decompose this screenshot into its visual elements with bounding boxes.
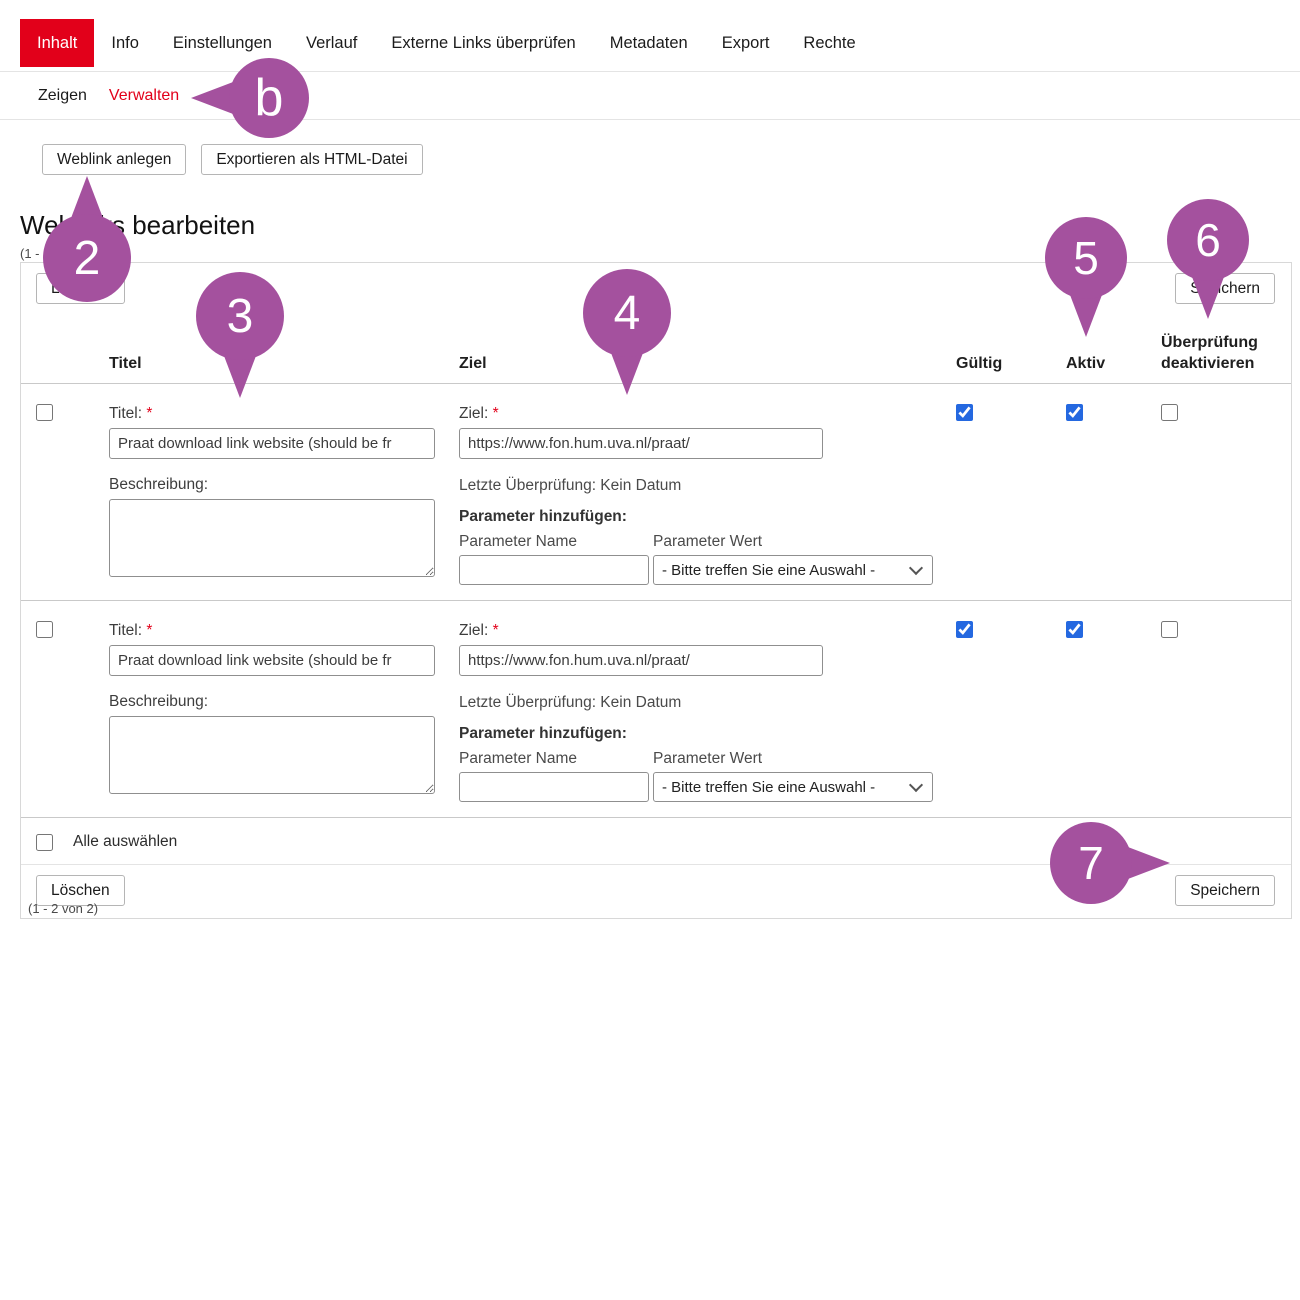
row-select-checkbox[interactable] bbox=[36, 621, 53, 638]
select-all-label: Alle auswählen bbox=[73, 833, 177, 851]
parameter-name-label: Parameter Name bbox=[459, 532, 649, 551]
gueltig-checkbox[interactable] bbox=[956, 621, 973, 638]
result-range-bottom: (1 - 2 von 2) bbox=[28, 901, 98, 916]
parameter-wert-select[interactable]: - Bitte treffen Sie eine Auswahl - bbox=[653, 772, 933, 802]
parameter-wert-select-wrap: - Bitte treffen Sie eine Auswahl - bbox=[653, 555, 933, 585]
export-html-button[interactable]: Exportieren als HTML-Datei bbox=[201, 144, 422, 175]
titel-cell: Titel: * Beschreibung: bbox=[109, 404, 459, 582]
parameter-wert-select-wrap: - Bitte treffen Sie eine Auswahl - bbox=[653, 772, 933, 802]
parameter-name-label: Parameter Name bbox=[459, 749, 649, 768]
ziel-input[interactable] bbox=[459, 428, 823, 459]
titel-cell: Titel: * Beschreibung: bbox=[109, 621, 459, 799]
parameter-name-input[interactable] bbox=[459, 555, 649, 585]
titel-label: Titel: bbox=[109, 622, 142, 639]
annotation-pin-7: 7 bbox=[1050, 822, 1132, 904]
subtab-zeigen[interactable]: Zeigen bbox=[38, 87, 87, 105]
aktiv-cell bbox=[1066, 621, 1161, 643]
ziel-cell: Ziel: * Letzte Überprüfung: Kein Datum P… bbox=[459, 404, 956, 585]
ziel-label: Ziel: bbox=[459, 622, 488, 639]
parameter-row: Parameter Name Parameter Wert - Bitte tr… bbox=[459, 749, 956, 802]
select-all-checkbox[interactable] bbox=[36, 834, 53, 851]
annotation-pin-label: 5 bbox=[1073, 231, 1099, 285]
col-header-ziel: Ziel bbox=[459, 353, 956, 374]
row-select-cell bbox=[36, 621, 109, 643]
add-weblink-button[interactable]: Weblink anlegen bbox=[42, 144, 186, 175]
subtab-verwalten[interactable]: Verwalten bbox=[109, 87, 179, 105]
annotation-pin-6: 6 bbox=[1167, 199, 1249, 281]
tab-externe-links-ueberpruefen[interactable]: Externe Links überprüfen bbox=[374, 19, 592, 67]
annotation-pin-circle: 3 bbox=[196, 272, 284, 360]
last-check-text: Letzte Überprüfung: Kein Datum bbox=[459, 693, 956, 712]
table-row: Titel: * Beschreibung: Ziel: * Letzte Üb… bbox=[21, 384, 1291, 601]
row-select-checkbox[interactable] bbox=[36, 404, 53, 421]
gueltig-cell bbox=[956, 404, 1066, 426]
annotation-pin-circle: 4 bbox=[583, 269, 671, 357]
table-row: Titel: * Beschreibung: Ziel: * Letzte Üb… bbox=[21, 601, 1291, 818]
ziel-input[interactable] bbox=[459, 645, 823, 676]
annotation-pin-b: b bbox=[229, 58, 309, 138]
top-tab-bar: Inhalt Info Einstellungen Verlauf Extern… bbox=[0, 19, 1300, 67]
ziel-label: Ziel: bbox=[459, 405, 488, 422]
col-header-ueberpruefung-deaktivieren: Überprüfung deaktivieren bbox=[1161, 332, 1291, 374]
annotation-pin-label: 6 bbox=[1195, 213, 1221, 267]
gueltig-checkbox[interactable] bbox=[956, 404, 973, 421]
row-select-cell bbox=[36, 404, 109, 426]
aktiv-checkbox[interactable] bbox=[1066, 621, 1083, 638]
beschreibung-textarea[interactable] bbox=[109, 499, 435, 577]
col-header-aktiv: Aktiv bbox=[1066, 353, 1161, 374]
parameter-wert-label: Parameter Wert bbox=[653, 532, 933, 551]
toolbar: Weblink anlegen Exportieren als HTML-Dat… bbox=[42, 144, 423, 175]
tab-info[interactable]: Info bbox=[94, 19, 156, 67]
weblinks-table-panel: Löschen Speichern Titel Ziel Gültig Akti… bbox=[20, 262, 1292, 919]
parameter-add-label: Parameter hinzufügen: bbox=[459, 508, 956, 526]
annotation-pin-circle: b bbox=[229, 58, 309, 138]
tab-inhalt[interactable]: Inhalt bbox=[20, 19, 94, 67]
parameter-name-input[interactable] bbox=[459, 772, 649, 802]
parameter-wert-label: Parameter Wert bbox=[653, 749, 933, 768]
annotation-pin-label: 2 bbox=[74, 231, 101, 286]
beschreibung-label: Beschreibung: bbox=[109, 692, 459, 711]
annotation-pin-circle: 2 bbox=[43, 214, 131, 302]
col-header-titel: Titel bbox=[109, 353, 459, 374]
annotation-pin-label: 4 bbox=[614, 286, 641, 341]
aktiv-cell bbox=[1066, 404, 1161, 426]
titel-input[interactable] bbox=[109, 645, 435, 676]
annotation-pin-circle: 5 bbox=[1045, 217, 1127, 299]
titel-input[interactable] bbox=[109, 428, 435, 459]
tab-rechte[interactable]: Rechte bbox=[786, 19, 872, 67]
annotation-pin-4: 4 bbox=[583, 269, 671, 357]
annotation-pin-label: 3 bbox=[227, 289, 254, 344]
required-mark: * bbox=[493, 405, 499, 422]
required-mark: * bbox=[146, 405, 152, 422]
aktiv-checkbox[interactable] bbox=[1066, 404, 1083, 421]
annotation-pin-label: 7 bbox=[1078, 836, 1104, 890]
annotation-pin-circle: 7 bbox=[1050, 822, 1132, 904]
tab-export[interactable]: Export bbox=[705, 19, 787, 67]
tab-metadaten[interactable]: Metadaten bbox=[593, 19, 705, 67]
parameter-row: Parameter Name Parameter Wert - Bitte tr… bbox=[459, 532, 956, 585]
parameter-add-label: Parameter hinzufügen: bbox=[459, 725, 956, 743]
beschreibung-textarea[interactable] bbox=[109, 716, 435, 794]
ueberpruefung-deaktivieren-checkbox[interactable] bbox=[1161, 404, 1178, 421]
col-header-gueltig: Gültig bbox=[956, 353, 1066, 374]
required-mark: * bbox=[493, 622, 499, 639]
gueltig-cell bbox=[956, 621, 1066, 643]
required-mark: * bbox=[146, 622, 152, 639]
beschreibung-label: Beschreibung: bbox=[109, 475, 459, 494]
annotation-pin-5: 5 bbox=[1045, 217, 1127, 299]
ueberpruefung-deaktivieren-cell bbox=[1161, 621, 1291, 643]
ziel-cell: Ziel: * Letzte Überprüfung: Kein Datum P… bbox=[459, 621, 956, 802]
titel-label: Titel: bbox=[109, 405, 142, 422]
annotation-pin-label: b bbox=[255, 68, 284, 128]
last-check-text: Letzte Überprüfung: Kein Datum bbox=[459, 476, 956, 495]
save-button-bottom[interactable]: Speichern bbox=[1175, 875, 1275, 906]
annotation-pin-3: 3 bbox=[196, 272, 284, 360]
ueberpruefung-deaktivieren-cell bbox=[1161, 404, 1291, 426]
annotation-pin-2: 2 bbox=[43, 214, 131, 302]
parameter-wert-select[interactable]: - Bitte treffen Sie eine Auswahl - bbox=[653, 555, 933, 585]
annotation-pin-circle: 6 bbox=[1167, 199, 1249, 281]
ueberpruefung-deaktivieren-checkbox[interactable] bbox=[1161, 621, 1178, 638]
